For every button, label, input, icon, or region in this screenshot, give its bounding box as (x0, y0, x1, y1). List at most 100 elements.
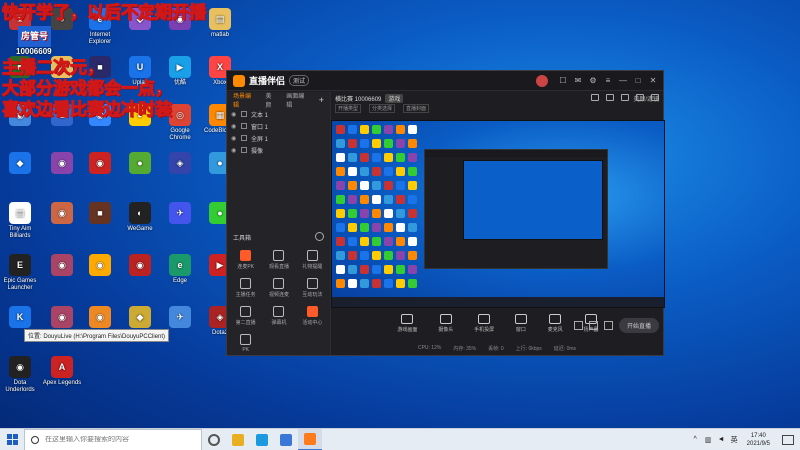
source-button[interactable]: 摄像头 (438, 314, 453, 333)
taskbar-search-box[interactable] (24, 428, 202, 450)
tab-scene-edit[interactable]: 场景编辑 (233, 91, 256, 109)
toolbox-item[interactable]: 弹幕机 (262, 306, 295, 326)
visibility-icon[interactable]: ◉ (231, 123, 241, 130)
screenshot-icon[interactable] (621, 94, 629, 101)
visibility-icon[interactable]: ◉ (231, 135, 241, 142)
toolbox-item[interactable]: 视频连麦 (262, 278, 295, 298)
preview-desktop-icon (408, 237, 417, 246)
scene-item[interactable]: ◉ 摄像 (227, 144, 330, 156)
preview-desktop-icon (396, 167, 405, 176)
desktop-icon[interactable]: E Epic Games Launcher (0, 254, 40, 292)
douyu-live-companion-window[interactable]: 直播伴侣 测试 ☐ ✉ ⚙ ≡ — □ ✕ 场景编辑 美颜 画面编辑 + ◉ 文本… (226, 70, 665, 356)
desktop-icon[interactable]: K (0, 306, 40, 330)
taskbar-search-input[interactable] (45, 436, 195, 443)
stream-category-badge[interactable]: 游戏 (385, 93, 404, 103)
stream-type-button[interactable]: 开播类型 (335, 104, 362, 113)
visibility-icon[interactable]: ◉ (231, 111, 241, 118)
network-icon[interactable]: ▥ (705, 436, 712, 444)
preview-desktop-icon (408, 195, 417, 204)
task-view[interactable] (202, 429, 226, 450)
desktop-icon[interactable]: A Apex Legends (42, 356, 82, 387)
lock-icon[interactable] (606, 94, 614, 101)
desktop-icon[interactable]: ◉ (42, 306, 82, 330)
add-scene-icon[interactable]: + (319, 95, 324, 105)
toolbox-item[interactable]: 礼物提醒 (296, 250, 329, 270)
desktop-icon[interactable]: ✈ (160, 306, 200, 330)
preview-desktop-icon (408, 125, 417, 134)
toolbox-item[interactable]: PK (229, 334, 262, 353)
preview-desktop-icon (336, 181, 345, 190)
share-icon[interactable] (651, 94, 659, 101)
source-button[interactable]: 游戏画面 (397, 314, 417, 333)
toolbox-item[interactable]: 第二直播 (229, 306, 262, 326)
desktop-icon[interactable]: ■ (80, 202, 120, 226)
ime-indicator[interactable]: 英 (731, 435, 738, 445)
source-icon (401, 314, 414, 324)
tray-overflow-icon[interactable]: ^ (692, 436, 699, 443)
start-live-button[interactable]: 开始直播 (618, 318, 659, 333)
task-app-edge[interactable] (250, 429, 274, 450)
record-icon[interactable] (573, 321, 583, 330)
effects-icon[interactable] (588, 321, 598, 330)
desktop-icon[interactable]: ✈ (160, 202, 200, 226)
category-select-button[interactable]: 分类选择 (369, 104, 396, 113)
menu-icon[interactable]: ≡ (604, 76, 612, 85)
desktop-icon[interactable]: ◉ (42, 254, 82, 278)
desktop-icon[interactable]: e Edge (160, 254, 200, 285)
visibility-icon[interactable]: ◉ (231, 147, 241, 154)
desktop-icon[interactable]: ▤ matlab (200, 8, 240, 39)
source-button[interactable]: 手机投屏 (474, 314, 494, 333)
tab-picture-edit[interactable]: 画面编辑 (286, 91, 309, 109)
toolbox-settings-icon[interactable] (315, 232, 324, 241)
preview-desktop-icon (384, 181, 393, 190)
maximize-icon[interactable]: □ (634, 76, 642, 85)
task-app-douyu[interactable] (298, 428, 322, 450)
close-icon[interactable]: ✕ (649, 76, 657, 85)
app-titlebar[interactable]: 直播伴侣 测试 ☐ ✉ ⚙ ≡ — □ ✕ (227, 71, 663, 91)
desktop-icon[interactable]: ◉ (80, 152, 120, 176)
desktop-icon[interactable]: ● (120, 152, 160, 176)
desktop-icon[interactable]: ◈ (160, 152, 200, 176)
notify-icon[interactable] (636, 94, 644, 101)
start-button[interactable] (0, 429, 24, 450)
scene-item[interactable]: ◉ 文本 1 (227, 108, 330, 120)
layout-icon[interactable] (591, 94, 599, 101)
settings-icon[interactable]: ⚙ (589, 76, 597, 85)
notification-center-icon[interactable] (782, 434, 794, 445)
tab-beauty[interactable]: 美颜 (265, 91, 277, 109)
desktop-icon[interactable]: ◐ WeGame (120, 202, 160, 233)
taskbar-clock[interactable]: 17:40 2021/9/5 (747, 432, 770, 448)
scene-item[interactable]: ◉ 窗口 1 (227, 120, 330, 132)
task-app-file-explorer[interactable] (226, 429, 250, 450)
user-avatar[interactable] (536, 74, 548, 87)
preview-desktop-icon (408, 265, 417, 274)
desktop-icon[interactable]: ◉ (80, 254, 120, 278)
desktop-icon[interactable]: ◆ (120, 306, 160, 330)
live-preview[interactable] (331, 120, 665, 308)
toolbox-item[interactable]: 互动玩法 (296, 278, 329, 298)
source-button[interactable]: 窗口 (514, 314, 527, 333)
preview-desktop-icon (360, 181, 369, 190)
stream-settings-icon[interactable] (603, 321, 613, 330)
toolbox-item[interactable]: 活动中心 (296, 306, 329, 326)
stream-cover-button[interactable]: 直播封面 (403, 104, 430, 113)
toolbox-item[interactable]: 连麦PK (229, 250, 262, 270)
message-icon[interactable]: ✉ (574, 76, 582, 85)
source-button[interactable]: 麦克风 (548, 314, 563, 333)
task-app-store[interactable] (274, 429, 298, 450)
scene-item[interactable]: ◉ 全屏 1 (227, 132, 330, 144)
volume-icon[interactable]: ◄ (718, 436, 725, 443)
preview-desktop-icon (384, 265, 393, 274)
desktop-icon[interactable]: ▤ Tiny Aim Billiards (0, 202, 40, 240)
desktop-icon[interactable]: ◉ (42, 202, 82, 226)
minimize-icon[interactable]: — (619, 76, 627, 85)
desktop-icon[interactable]: ◉ Dota Underlords (0, 356, 40, 394)
desktop-icon[interactable]: ◉ (120, 254, 160, 278)
preview-desktop-icon (372, 279, 381, 288)
skin-icon[interactable]: ☐ (559, 76, 567, 85)
toolbox-item[interactable]: 观看直播 (262, 250, 295, 270)
desktop-icon[interactable]: ◆ (0, 152, 40, 176)
toolbox-item[interactable]: 主播任务 (229, 278, 262, 298)
desktop-icon[interactable]: ◉ (42, 152, 82, 176)
desktop-icon[interactable]: ◉ (80, 306, 120, 330)
